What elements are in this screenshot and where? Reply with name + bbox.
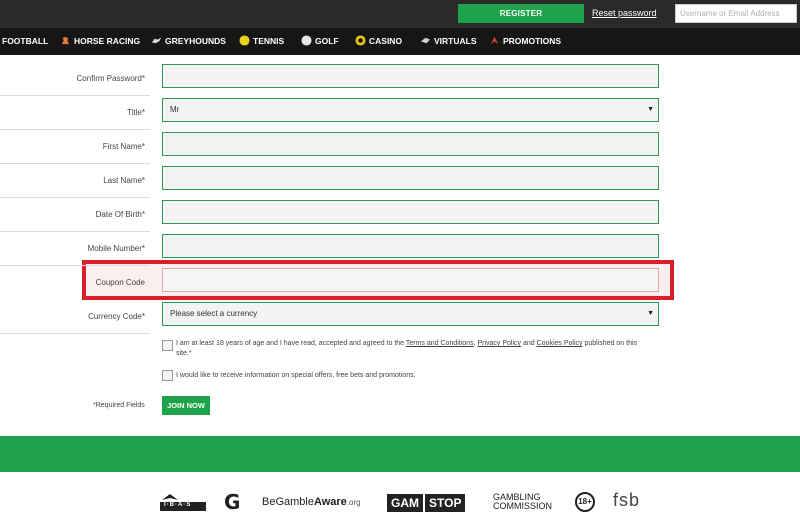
nav-item-virtuals[interactable]: VIRTUALS (420, 28, 477, 55)
first-name-field[interactable] (162, 132, 659, 156)
gamcare-logo[interactable]: G (224, 490, 244, 514)
privacy-link[interactable]: Privacy Policy (477, 340, 521, 347)
confirm-password-label: Confirm Password* (76, 74, 145, 83)
nav-item-label: GOLF (315, 36, 339, 46)
nav-item-label: GREYHOUNDS (165, 36, 226, 46)
nav-item-label: FOOTBALL (2, 36, 49, 46)
nav-item-greyhounds[interactable]: GREYHOUNDS (151, 28, 226, 55)
offers-text: I would like to receive information on s… (176, 372, 416, 379)
currency-select[interactable]: Please select a currency ▼ (162, 302, 659, 326)
terms-link[interactable]: Terms and Conditions (406, 340, 474, 347)
confirm-password-field[interactable] (162, 64, 659, 88)
join-now-button[interactable]: JOIN NOW (162, 396, 210, 415)
last-name-field[interactable] (162, 166, 659, 190)
form-row-confirm-password: Confirm Password* (0, 62, 800, 96)
title-select-value: Mr (170, 105, 180, 114)
nav-item-label: TENNIS (253, 36, 285, 46)
sports-nav: FOOTBALL HORSE RACING GREYHOUNDS TENNIS … (0, 28, 800, 55)
greyhound-icon (151, 38, 162, 44)
date-of-birth-field[interactable] (162, 200, 659, 224)
nav-item-horse-racing[interactable]: HORSE RACING (60, 28, 140, 55)
register-button[interactable]: REGISTER (458, 4, 584, 23)
cookies-link[interactable]: Cookies Policy (537, 340, 583, 347)
currency-select-value: Please select a currency (170, 309, 258, 318)
username-email-input[interactable] (675, 4, 797, 23)
promotions-icon (490, 37, 499, 45)
nav-item-golf[interactable]: GOLF (301, 28, 339, 55)
tennis-ball-icon (239, 35, 250, 46)
virtuals-icon (420, 38, 431, 44)
footer-green-band (0, 436, 800, 472)
form-row-date-of-birth: Date Of Birth* (0, 198, 800, 232)
last-name-label: Last Name* (103, 176, 145, 185)
top-bar: REGISTER Reset password (0, 0, 800, 28)
nav-item-label: HORSE RACING (74, 36, 141, 46)
form-row-last-name: Last Name* (0, 164, 800, 198)
caret-down-icon: ▼ (647, 310, 654, 317)
offers-checkbox[interactable] (162, 370, 173, 381)
currency-code-label: Currency Code* (88, 312, 145, 321)
gambling-commission-logo[interactable]: GAMBLING COMMISSION (493, 493, 552, 511)
age-18-plus-logo[interactable]: 18+ (575, 492, 595, 512)
footer-logos: I·B·A·S G BeGambleAware.org GAM STOP GAMB… (0, 472, 800, 530)
nav-item-label: VIRTUALS (434, 36, 477, 46)
form-row-title: Title* Mr ▼ (0, 96, 800, 130)
gamstop-logo[interactable]: GAM STOP (387, 494, 466, 512)
nav-item-label: PROMOTIONS (503, 36, 562, 46)
begambleaware-logo[interactable]: BeGambleAware.org (262, 496, 361, 508)
form-row-mobile-number: Mobile Number* (0, 232, 800, 266)
nav-item-tennis[interactable]: TENNIS (239, 28, 284, 55)
row-divider (0, 333, 150, 334)
required-fields-note: *Required Fields (93, 402, 145, 409)
caret-down-icon: ▼ (647, 106, 654, 113)
nav-item-promotions[interactable]: PROMOTIONS (489, 28, 561, 55)
mobile-number-label: Mobile Number* (87, 244, 145, 253)
ibas-logo[interactable]: I·B·A·S (160, 492, 206, 517)
horse-icon (61, 37, 70, 45)
form-row-first-name: First Name* (0, 130, 800, 164)
nav-item-football[interactable]: FOOTBALL (2, 28, 48, 55)
form-row-currency-code: Currency Code* Please select a currency … (0, 300, 800, 334)
golf-ball-icon (301, 35, 312, 46)
first-name-label: First Name* (102, 142, 145, 151)
coupon-code-field[interactable] (162, 268, 659, 292)
terms-text: I am at least 18 years of age and I have… (176, 340, 638, 357)
reset-password-link[interactable]: Reset password (592, 8, 657, 18)
casino-chip-icon (355, 35, 366, 46)
title-label: Title* (127, 108, 145, 117)
title-select[interactable]: Mr ▼ (162, 98, 659, 122)
fsb-logo[interactable]: fsb (613, 490, 640, 511)
mobile-number-field[interactable] (162, 234, 659, 258)
coupon-code-label: Coupon Code (95, 278, 145, 287)
nav-item-casino[interactable]: CASINO (355, 28, 402, 55)
terms-checkbox[interactable] (162, 340, 173, 351)
nav-item-label: CASINO (369, 36, 403, 46)
form-row-coupon-code: Coupon Code (0, 266, 800, 300)
date-of-birth-label: Date Of Birth* (95, 210, 145, 219)
